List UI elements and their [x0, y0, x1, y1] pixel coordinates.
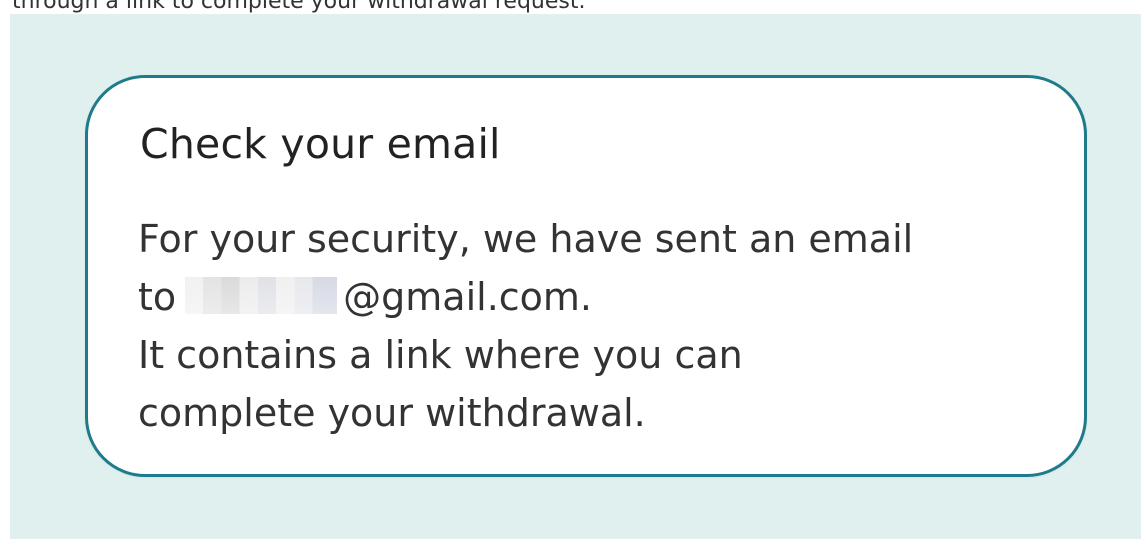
check-email-card: Check your email For your security, we h… [85, 75, 1087, 477]
email-prefix-text: to [138, 275, 177, 319]
card-message: For your security, we have sent an email… [138, 210, 913, 442]
email-check-panel: Check your email For your security, we h… [10, 14, 1141, 539]
card-title: Check your email [140, 120, 501, 168]
email-domain-text: @gmail.com. [343, 275, 593, 319]
redacted-email-username [185, 277, 338, 314]
message-line-3: It contains a link where you can [138, 333, 743, 377]
message-line-4: complete your withdrawal. [138, 391, 646, 435]
message-line-2: to @gmail.com. [138, 268, 913, 326]
intro-text: through a link to complete your withdraw… [12, 0, 586, 14]
message-line-1: For your security, we have sent an email [138, 217, 914, 261]
